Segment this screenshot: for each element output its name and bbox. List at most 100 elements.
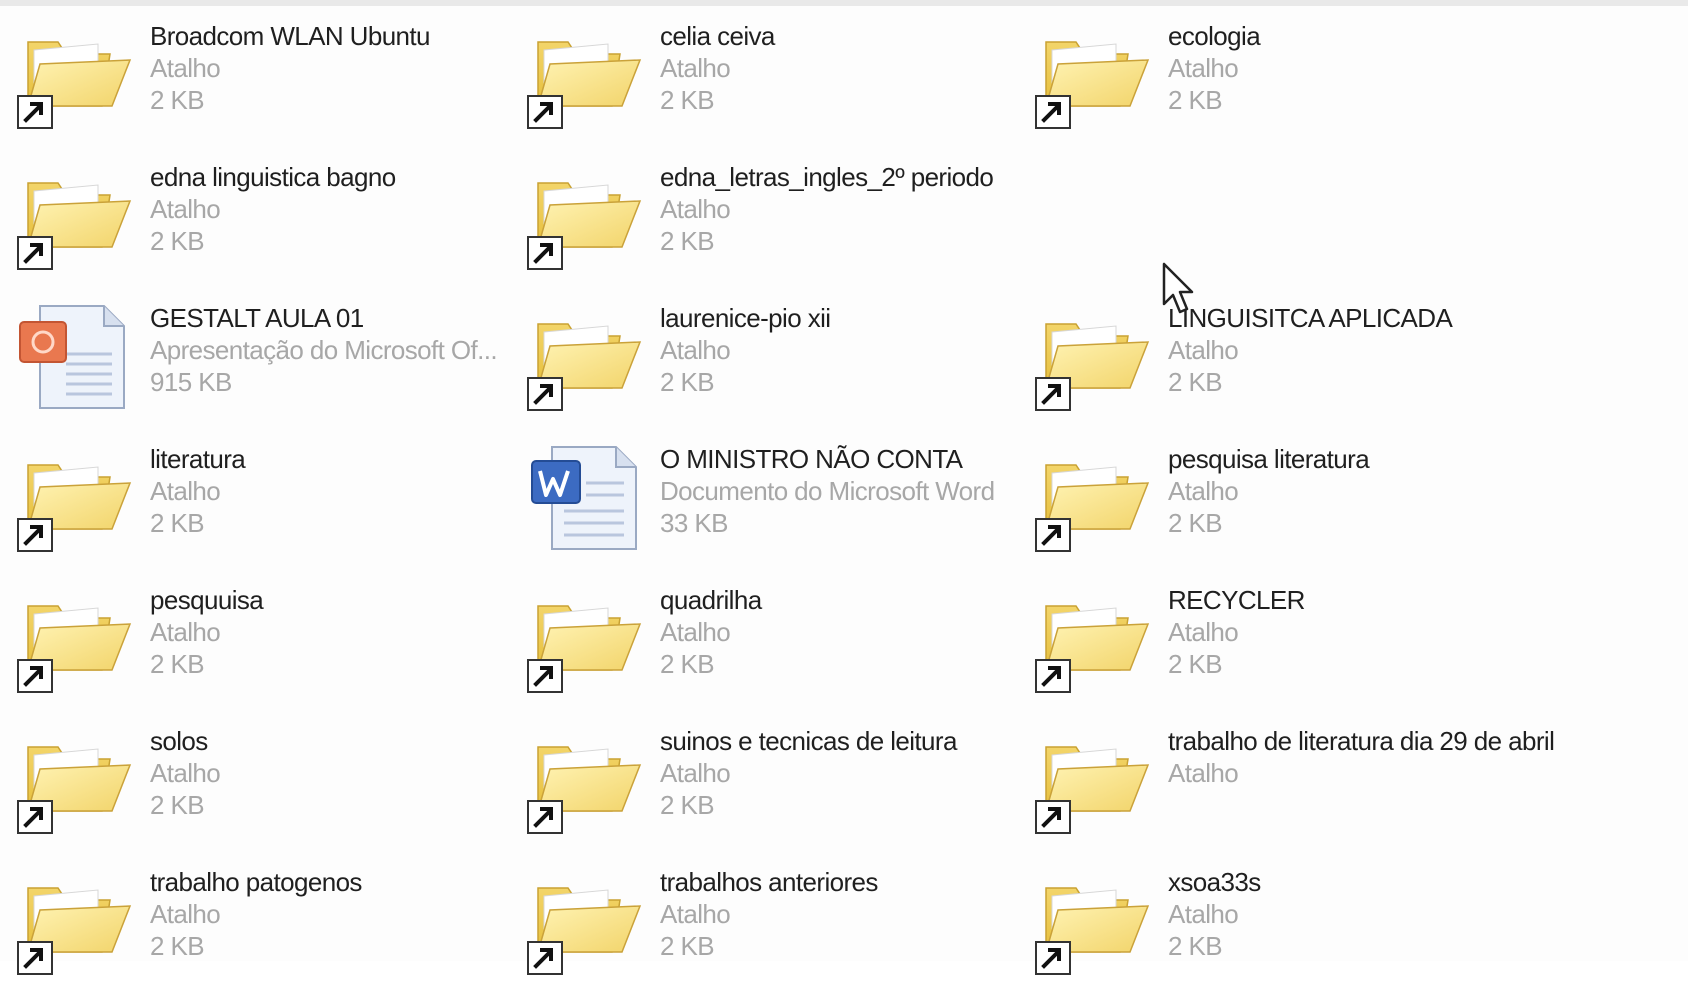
item-size: 2 KB: [660, 649, 715, 679]
item-name: ecologia: [1168, 21, 1261, 51]
item-details: pesquisa literatura Atalho 2 KB: [1168, 443, 1558, 539]
item-size: 915 KB: [150, 367, 232, 397]
item-type: Atalho: [660, 53, 731, 83]
item-name: xsoa33s: [1168, 867, 1261, 897]
item-details: trabalho de literatura dia 29 de abril At…: [1168, 725, 1558, 789]
item-size: 2 KB: [150, 85, 205, 115]
item-size: 2 KB: [150, 226, 205, 256]
item-name: LINGUISITCA APLICADA: [1168, 303, 1453, 333]
item-type: Apresentação do Microsoft Of...: [150, 335, 498, 365]
list-item[interactable]: trabalhos anteriores Atalho 2 KB: [510, 852, 1050, 988]
item-name: laurenice-pio xii: [660, 303, 831, 333]
item-size: 2 KB: [150, 508, 205, 538]
item-name: pesquuisa: [150, 585, 264, 615]
item-type: Atalho: [150, 476, 221, 506]
item-details: suinos e tecnicas de leitura Atalho 2 KB: [660, 725, 1050, 821]
folder-shortcut-icon: [524, 866, 644, 978]
folder-shortcut-icon: [1032, 302, 1152, 414]
item-name: edna linguistica bagno: [150, 162, 396, 192]
item-size: 2 KB: [660, 226, 715, 256]
list-item[interactable]: solos Atalho 2 KB: [0, 711, 540, 847]
item-name: trabalhos anteriores: [660, 867, 878, 897]
item-details: celia ceiva Atalho 2 KB: [660, 20, 1050, 116]
item-type: Atalho: [1168, 899, 1239, 929]
item-type: Atalho: [1168, 335, 1239, 365]
item-size: 2 KB: [1168, 85, 1223, 115]
list-item[interactable]: ecologia Atalho 2 KB: [1018, 6, 1558, 142]
folder-shortcut-icon: [1032, 725, 1152, 837]
word-file-icon: [524, 443, 644, 555]
item-size: 2 KB: [1168, 367, 1223, 397]
list-item[interactable]: Broadcom WLAN Ubuntu Atalho 2 KB: [0, 6, 540, 142]
item-details: xsoa33s Atalho 2 KB: [1168, 866, 1558, 962]
item-type: Atalho: [660, 335, 731, 365]
item-details: laurenice-pio xii Atalho 2 KB: [660, 302, 1050, 398]
mouse-cursor-icon: [1162, 262, 1194, 314]
item-size: 2 KB: [660, 931, 715, 961]
item-size: 2 KB: [150, 790, 205, 820]
item-details: solos Atalho 2 KB: [150, 725, 540, 821]
list-item[interactable]: celia ceiva Atalho 2 KB: [510, 6, 1050, 142]
list-item[interactable]: LINGUISITCA APLICADA Atalho 2 KB: [1018, 288, 1558, 424]
item-details: pesquuisa Atalho 2 KB: [150, 584, 540, 680]
item-size: 2 KB: [660, 790, 715, 820]
item-size: 2 KB: [660, 85, 715, 115]
list-item[interactable]: quadrilha Atalho 2 KB: [510, 570, 1050, 706]
item-details: literatura Atalho 2 KB: [150, 443, 540, 539]
list-item[interactable]: RECYCLER Atalho 2 KB: [1018, 570, 1558, 706]
list-item[interactable]: xsoa33s Atalho 2 KB: [1018, 852, 1558, 988]
item-details: edna linguistica bagno Atalho 2 KB: [150, 161, 540, 257]
item-details: O MINISTRO NÃO CONTA Documento do Microso…: [660, 443, 1050, 539]
item-name: Broadcom WLAN Ubuntu: [150, 21, 431, 51]
folder-shortcut-icon: [14, 20, 134, 132]
list-item[interactable]: edna_letras_ingles_2º periodo Atalho 2 KB: [510, 147, 1050, 283]
list-item[interactable]: pesquisa literatura Atalho 2 KB: [1018, 429, 1558, 565]
item-name: trabalho patogenos: [150, 867, 362, 897]
folder-shortcut-icon: [524, 20, 644, 132]
item-details: ecologia Atalho 2 KB: [1168, 20, 1558, 116]
list-item[interactable]: O MINISTRO NÃO CONTA Documento do Microso…: [510, 429, 1050, 565]
item-size: 2 KB: [1168, 508, 1223, 538]
item-type: Atalho: [1168, 758, 1239, 788]
list-item[interactable]: suinos e tecnicas de leitura Atalho 2 KB: [510, 711, 1050, 847]
item-name: literatura: [150, 444, 246, 474]
item-type: Atalho: [660, 194, 731, 224]
folder-shortcut-icon: [1032, 584, 1152, 696]
folder-shortcut-icon: [14, 161, 134, 273]
item-size: 2 KB: [150, 931, 205, 961]
item-type: Atalho: [150, 899, 221, 929]
item-size: 2 KB: [1168, 649, 1223, 679]
item-details: RECYCLER Atalho 2 KB: [1168, 584, 1558, 680]
list-item[interactable]: trabalho de literatura dia 29 de abril At…: [1018, 711, 1558, 847]
item-type: Documento do Microsoft Word: [660, 476, 995, 506]
list-item[interactable]: pesquuisa Atalho 2 KB: [0, 570, 540, 706]
item-name: celia ceiva: [660, 21, 775, 51]
item-name: edna_letras_ingles_2º periodo: [660, 162, 994, 192]
item-type: Atalho: [150, 53, 221, 83]
folder-shortcut-icon: [14, 725, 134, 837]
item-type: Atalho: [150, 758, 221, 788]
item-type: Atalho: [660, 899, 731, 929]
powerpoint-file-icon: [14, 302, 134, 414]
item-type: Atalho: [1168, 476, 1239, 506]
list-item[interactable]: laurenice-pio xii Atalho 2 KB: [510, 288, 1050, 424]
item-name: RECYCLER: [1168, 585, 1305, 615]
folder-shortcut-icon: [524, 302, 644, 414]
item-type: Atalho: [150, 194, 221, 224]
list-item[interactable]: trabalho patogenos Atalho 2 KB: [0, 852, 540, 988]
item-size: 2 KB: [1168, 931, 1223, 961]
folder-shortcut-icon: [524, 725, 644, 837]
item-size: 33 KB: [660, 508, 728, 538]
list-item[interactable]: GESTALT AULA 01 Apresentação do Microsoft…: [0, 288, 540, 424]
folder-shortcut-icon: [14, 866, 134, 978]
item-name: trabalho de literatura dia 29 de abril: [1168, 726, 1555, 756]
item-name: GESTALT AULA 01: [150, 303, 364, 333]
item-name: pesquisa literatura: [1168, 444, 1370, 474]
item-details: GESTALT AULA 01 Apresentação do Microsoft…: [150, 302, 540, 398]
list-item[interactable]: literatura Atalho 2 KB: [0, 429, 540, 565]
item-details: LINGUISITCA APLICADA Atalho 2 KB: [1168, 302, 1558, 398]
item-name: quadrilha: [660, 585, 762, 615]
list-item[interactable]: edna linguistica bagno Atalho 2 KB: [0, 147, 540, 283]
item-details: trabalho patogenos Atalho 2 KB: [150, 866, 540, 962]
folder-shortcut-icon: [14, 443, 134, 555]
